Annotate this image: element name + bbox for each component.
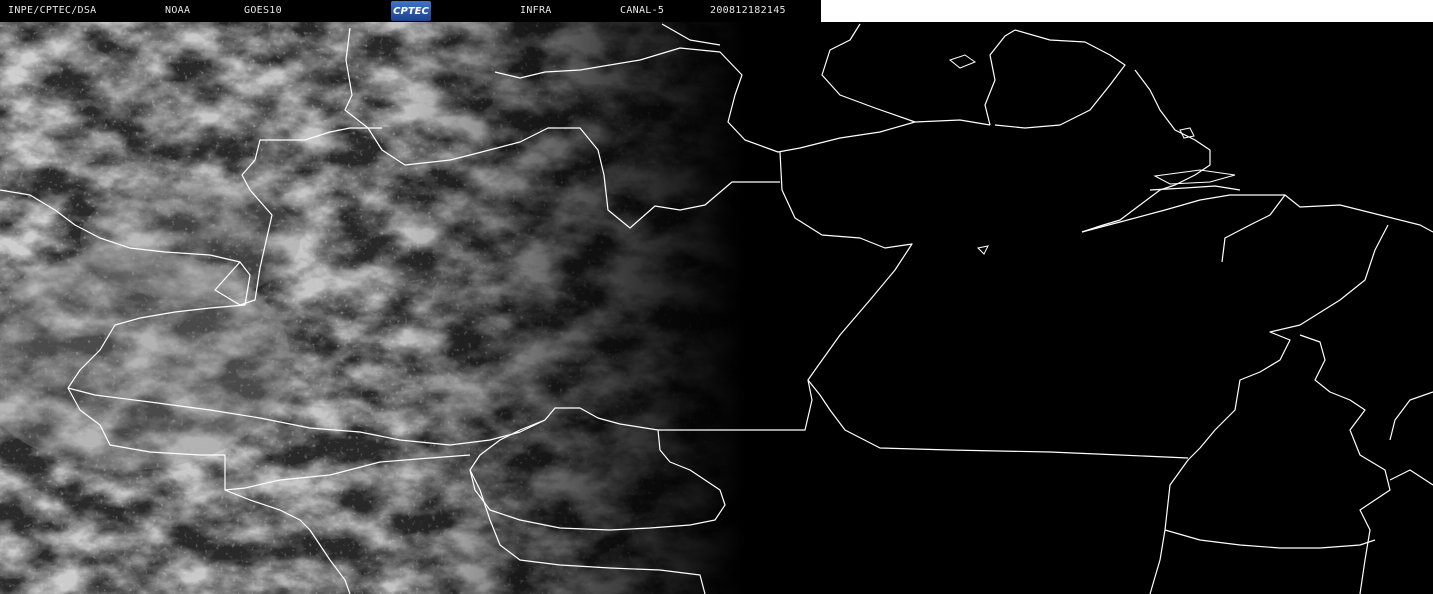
satellite-label: GOES10: [244, 5, 282, 16]
product-label: INFRA: [520, 5, 552, 16]
cptec-logo: CPTEC: [391, 1, 431, 21]
agency-label: INPE/CPTEC/DSA: [8, 5, 97, 16]
cloud-band: [80, 180, 300, 300]
image-header-bar: INPE/CPTEC/DSA NOAA GOES10 CPTEC INFRA C…: [0, 0, 821, 22]
header-blank-area: [821, 0, 1433, 22]
timestamp-label: 200812182145: [710, 5, 786, 16]
provider-label: NOAA: [165, 5, 191, 16]
logo-text: CPTEC: [393, 5, 429, 17]
channel-label: CANAL-5: [620, 5, 665, 16]
satellite-image: [0, 22, 1433, 594]
